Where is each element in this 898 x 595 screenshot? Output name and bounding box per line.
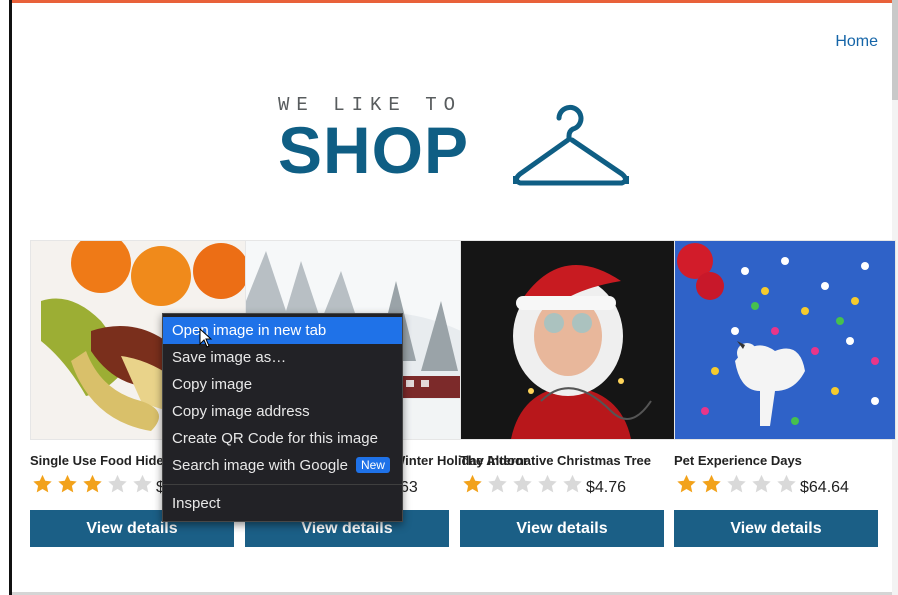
window-left-border bbox=[9, 0, 12, 595]
star-filled-icon bbox=[83, 474, 102, 493]
menu-separator bbox=[163, 484, 402, 485]
product-title[interactable]: Pet Experience Days bbox=[674, 453, 802, 468]
hanger-icon bbox=[513, 104, 629, 186]
scrollbar-thumb[interactable] bbox=[892, 0, 898, 100]
menu-item-copy-image-address[interactable]: Copy image address bbox=[163, 398, 402, 425]
santa-lights-image bbox=[461, 241, 676, 439]
star-filled-icon bbox=[677, 474, 696, 493]
star-filled-icon bbox=[58, 474, 77, 493]
product-image[interactable] bbox=[460, 240, 677, 440]
product-price: $64.64 bbox=[800, 479, 849, 496]
star-filled-icon bbox=[702, 474, 721, 493]
view-details-button[interactable]: View details bbox=[460, 510, 664, 547]
view-details-button[interactable]: View details bbox=[674, 510, 878, 547]
menu-item-inspect[interactable]: Inspect bbox=[163, 490, 402, 517]
rating-stars bbox=[30, 473, 155, 495]
home-link[interactable]: Home bbox=[835, 33, 878, 51]
star-empty-icon bbox=[133, 474, 152, 493]
star-empty-icon bbox=[563, 474, 582, 493]
product-title[interactable]: The Alternative Christmas Tree bbox=[460, 453, 651, 468]
menu-item-create-qr-code[interactable]: Create QR Code for this image bbox=[163, 425, 402, 452]
product-price: $4.76 bbox=[586, 479, 627, 496]
logo-word: SHOP bbox=[278, 113, 470, 187]
star-empty-icon bbox=[777, 474, 796, 493]
menu-item-label: Search image with Google bbox=[172, 457, 348, 474]
menu-item-search-image-google[interactable]: Search image with Google New bbox=[163, 452, 402, 479]
site-logo[interactable]: WE LIKE TO SHOP bbox=[278, 92, 638, 192]
menu-item-save-image[interactable]: Save image as… bbox=[163, 344, 402, 371]
new-badge: New bbox=[355, 457, 390, 473]
product-image[interactable] bbox=[674, 240, 896, 440]
mouse-cursor-icon bbox=[199, 328, 213, 348]
product-title[interactable]: Single Use Food Hider bbox=[30, 453, 169, 468]
star-empty-icon bbox=[488, 474, 507, 493]
star-empty-icon bbox=[513, 474, 532, 493]
rating-stars bbox=[674, 473, 799, 495]
window-top-accent bbox=[12, 0, 892, 3]
star-empty-icon bbox=[727, 474, 746, 493]
menu-item-copy-image[interactable]: Copy image bbox=[163, 371, 402, 398]
star-empty-icon bbox=[752, 474, 771, 493]
rating-stars bbox=[460, 473, 585, 495]
dog-balloons-image bbox=[675, 241, 895, 439]
star-empty-icon bbox=[108, 474, 127, 493]
star-filled-icon bbox=[33, 474, 52, 493]
product-grid: Single Use Food Hider $ View details Win… bbox=[30, 240, 896, 550]
star-filled-icon bbox=[463, 474, 482, 493]
star-empty-icon bbox=[538, 474, 557, 493]
